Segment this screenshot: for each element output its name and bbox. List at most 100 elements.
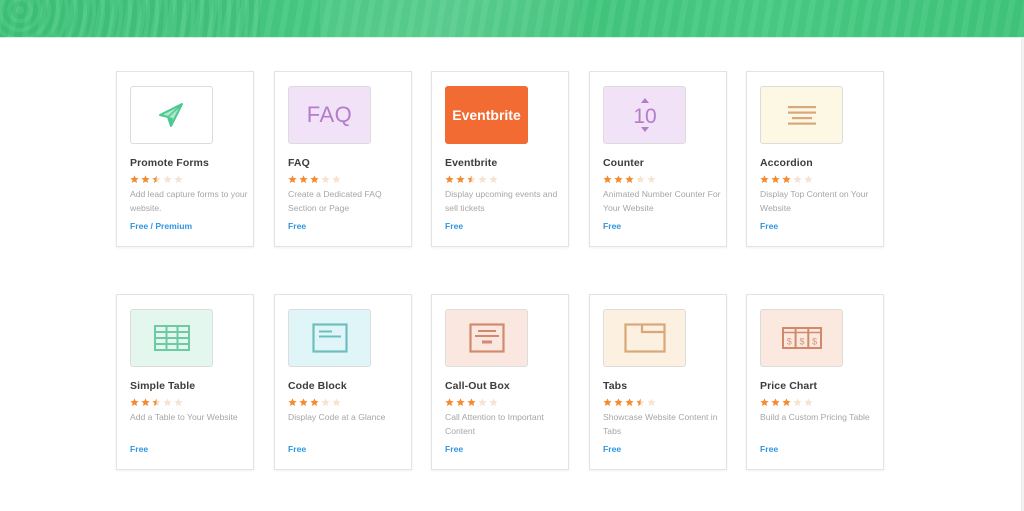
star-filled-icon (782, 175, 791, 184)
app-description: Add a Table to Your Website (130, 412, 238, 422)
counter-icon: 10 (630, 96, 660, 134)
app-price-link[interactable]: Free / Premium (130, 221, 192, 231)
app-title[interactable]: Eventbrite (445, 157, 497, 169)
app-title[interactable]: Code Block (288, 380, 347, 392)
app-description: Display upcoming events and sell tickets (445, 189, 558, 213)
icon-label: Eventbrite (452, 107, 521, 123)
star-empty-icon (163, 398, 172, 407)
app-price-link[interactable]: Free (603, 221, 621, 231)
paper-plane-icon (157, 101, 187, 129)
app-price-link[interactable]: Free (760, 444, 778, 454)
price-chart-icon: $ $ $ (781, 327, 822, 349)
app-price-link[interactable]: Free (603, 444, 621, 454)
app-price-link[interactable]: Free (288, 221, 306, 231)
app-card-accordion[interactable]: Accordion Display Top Content on Your Web… (746, 71, 884, 247)
star-filled-icon (771, 175, 780, 184)
star-empty-icon (163, 175, 172, 184)
star-rating (445, 398, 498, 407)
star-empty-icon (804, 175, 813, 184)
app-title[interactable]: Simple Table (130, 380, 195, 392)
banner-texture (0, 0, 260, 38)
app-description: Build a Custom Pricing Table (760, 412, 870, 422)
star-filled-icon (771, 398, 780, 407)
icon-label: FAQ (306, 102, 353, 127)
app-card-call-out-box[interactable]: Call-Out Box Call Attention to Important … (431, 294, 569, 470)
app-thumbnail[interactable]: $ $ $ (760, 309, 843, 367)
app-title[interactable]: Price Chart (760, 380, 817, 392)
tabs-folder-icon (623, 323, 666, 353)
app-thumbnail[interactable] (288, 309, 371, 367)
code-block-icon (311, 323, 348, 353)
star-empty-icon (174, 398, 183, 407)
star-rating (603, 175, 656, 184)
app-card-simple-table[interactable]: Simple Table Add a Table to Your Website F… (116, 294, 254, 470)
accordion-lines-icon (787, 104, 817, 126)
app-title[interactable]: Accordion (760, 157, 813, 169)
app-price-link[interactable]: Free (445, 444, 463, 454)
app-thumbnail[interactable] (130, 86, 213, 144)
star-filled-icon (782, 398, 791, 407)
app-card-eventbrite[interactable]: Eventbrite Eventbrite Display upcoming eve… (431, 71, 569, 247)
app-card-counter[interactable]: 10 Counter Animated Number Counter For Yo… (589, 71, 727, 247)
star-filled-icon (141, 175, 150, 184)
app-card-promote-forms[interactable]: Promote Forms Add lead capture forms to y… (116, 71, 254, 247)
star-empty-icon (636, 175, 645, 184)
app-description: Showcase Website Content in Tabs (603, 412, 718, 436)
star-empty-icon (321, 175, 330, 184)
app-price-link[interactable]: Free (130, 444, 148, 454)
star-half-icon (152, 175, 161, 184)
table-grid-icon (153, 325, 190, 351)
star-rating (760, 175, 813, 184)
app-price-link[interactable]: Free (288, 444, 306, 454)
star-rating (288, 175, 341, 184)
app-thumbnail[interactable]: Eventbrite (445, 86, 528, 144)
star-filled-icon (288, 175, 297, 184)
app-title[interactable]: FAQ (288, 157, 310, 169)
star-empty-icon (647, 175, 656, 184)
app-title[interactable]: Counter (603, 157, 644, 169)
app-title[interactable]: Call-Out Box (445, 380, 510, 392)
callout-box-icon (468, 323, 505, 353)
app-thumbnail[interactable] (130, 309, 213, 367)
eventbrite-logo-icon: Eventbrite (452, 107, 520, 123)
star-filled-icon (299, 175, 308, 184)
star-filled-icon (456, 175, 465, 184)
svg-text:10: 10 (633, 105, 656, 128)
star-filled-icon (614, 175, 623, 184)
svg-text:$: $ (799, 337, 804, 347)
app-thumbnail[interactable] (760, 86, 843, 144)
star-filled-icon (603, 398, 612, 407)
app-card-price-chart[interactable]: $ $ $ Price Chart Build a Custom Pricing T… (746, 294, 884, 470)
svg-text:$: $ (812, 337, 817, 347)
app-price-link[interactable]: Free (760, 221, 778, 231)
app-description: Call Attention to Important Content (445, 412, 544, 436)
star-empty-icon (793, 398, 802, 407)
app-card-tabs[interactable]: Tabs Showcase Website Content in Tabs Free (589, 294, 727, 470)
app-thumbnail[interactable] (445, 309, 528, 367)
star-empty-icon (793, 175, 802, 184)
star-half-icon (636, 398, 645, 407)
star-filled-icon (445, 175, 454, 184)
star-empty-icon (804, 398, 813, 407)
app-description: Animated Number Counter For Your Website (603, 189, 721, 213)
star-filled-icon (625, 398, 634, 407)
app-thumbnail[interactable] (603, 309, 686, 367)
star-rating (288, 398, 341, 407)
app-description: Display Code at a Glance (288, 412, 386, 422)
star-filled-icon (760, 398, 769, 407)
star-empty-icon (321, 398, 330, 407)
app-thumbnail[interactable]: 10 (603, 86, 686, 144)
star-filled-icon (130, 398, 139, 407)
star-filled-icon (445, 398, 454, 407)
svg-text:$: $ (786, 337, 791, 347)
star-filled-icon (760, 175, 769, 184)
app-card-code-block[interactable]: Code Block Display Code at a Glance Free (274, 294, 412, 470)
app-card-faq[interactable]: FAQ FAQ Create a Dedicated FAQ Section or … (274, 71, 412, 247)
app-thumbnail[interactable]: FAQ (288, 86, 371, 144)
app-price-link[interactable]: Free (445, 221, 463, 231)
app-title[interactable]: Promote Forms (130, 157, 209, 169)
hero-banner (0, 0, 1024, 38)
star-rating (130, 175, 183, 184)
star-empty-icon (332, 175, 341, 184)
app-title[interactable]: Tabs (603, 380, 627, 392)
